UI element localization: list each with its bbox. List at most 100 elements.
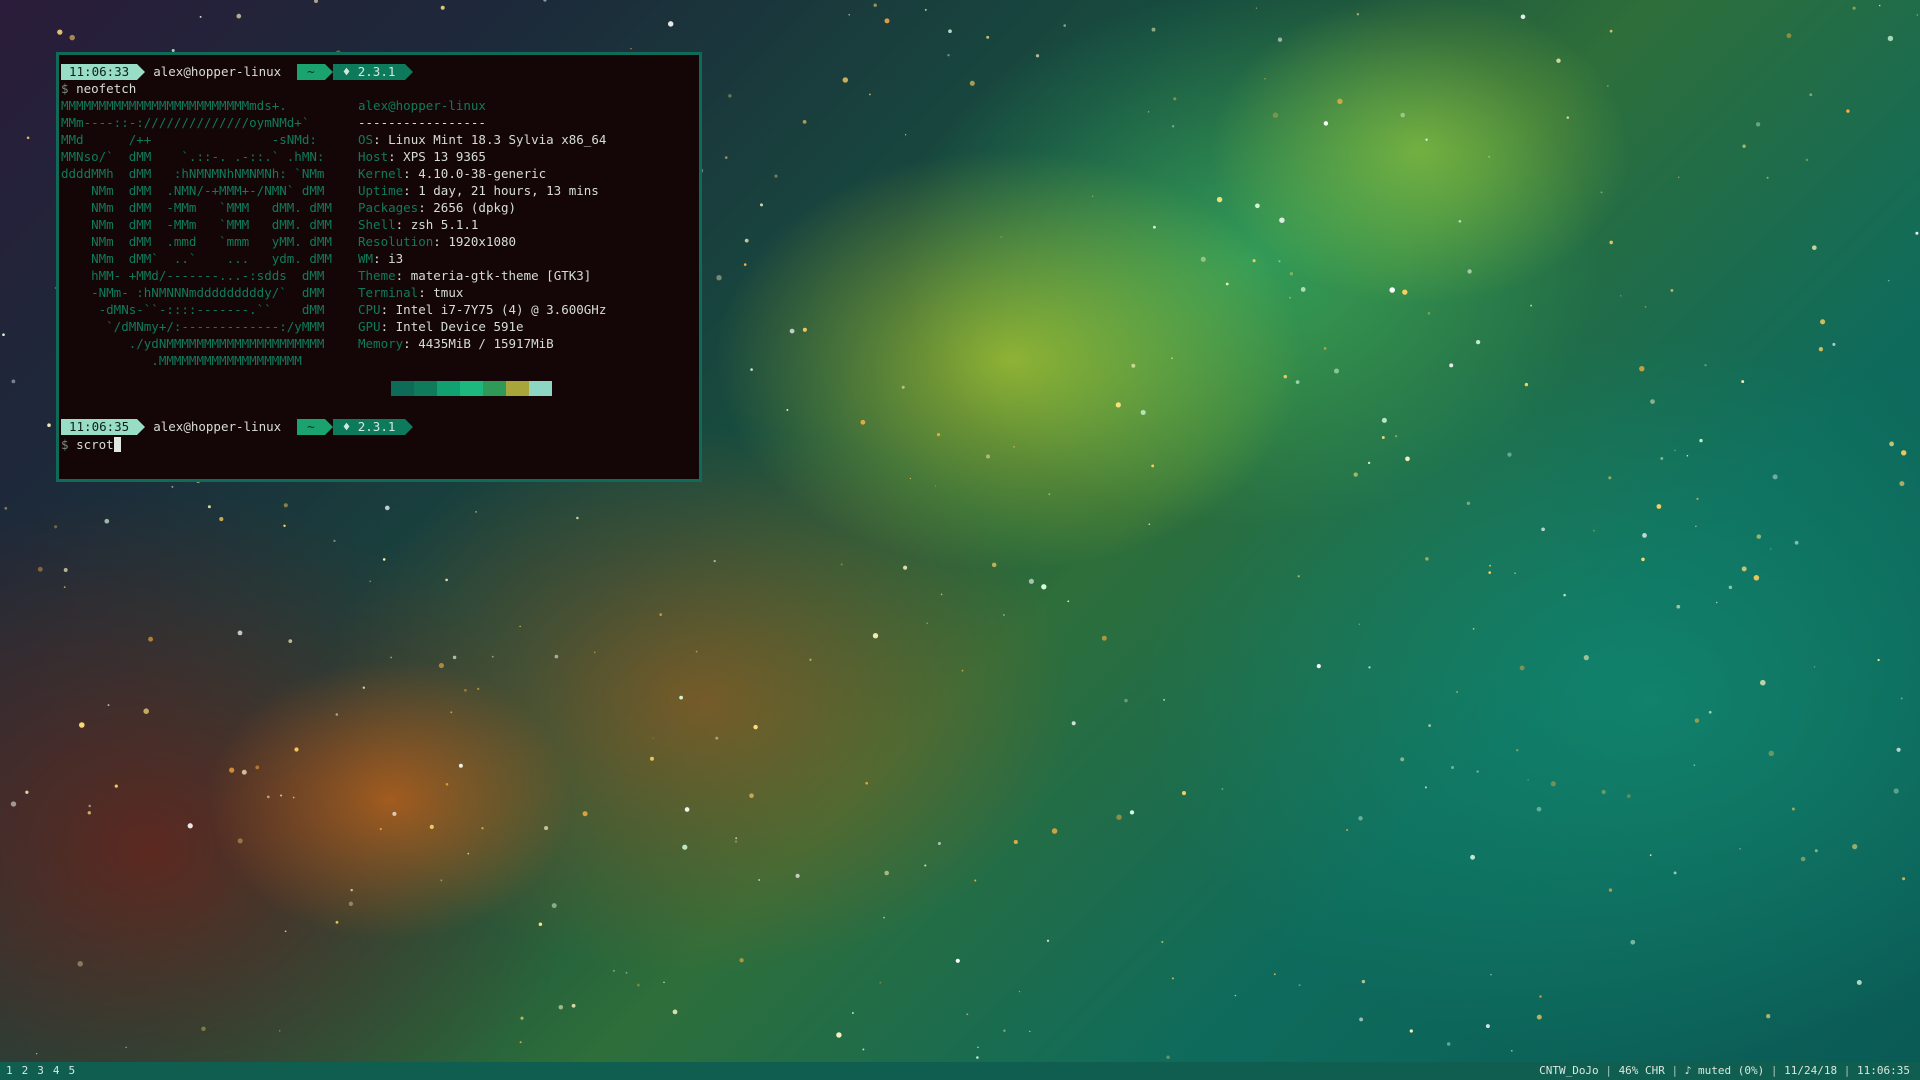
star [789,328,795,334]
star [1297,575,1300,578]
star [187,823,193,829]
workspace-button[interactable]: 5 [69,1062,76,1080]
star [695,650,698,653]
info-key: Terminal [358,285,419,300]
star [1071,721,1076,726]
star [458,763,463,768]
info-title: alex@hopper-linux [358,98,486,113]
star [750,368,753,371]
star [294,747,299,752]
text-cursor [113,437,121,452]
battery-status: 46% CHR [1618,1064,1665,1077]
star [1515,748,1519,752]
shell-dollar: $ [61,81,69,96]
star [1013,839,1018,845]
star [1519,665,1525,671]
workspace-button[interactable]: 1 [6,1062,13,1080]
star [1630,939,1636,945]
star [1279,217,1285,223]
star [612,969,615,972]
star [848,14,850,16]
info-value: XPS 13 9365 [403,149,486,164]
star [809,658,812,661]
star [1915,231,1919,235]
star [1852,843,1858,850]
workspace-button[interactable]: 2 [22,1062,29,1080]
info-colon: : [403,183,419,198]
star [350,888,353,892]
star [1536,1014,1542,1020]
star [1458,219,1462,223]
star [236,13,242,19]
star [840,563,843,566]
powerline-separator-icon [289,419,298,435]
star [1507,452,1512,457]
status-separator: | [1770,1064,1778,1077]
star [1608,476,1612,480]
star [1674,449,1676,451]
info-key: Shell [358,217,396,232]
star [1593,529,1595,532]
star [904,134,907,136]
star [1696,497,1699,501]
star [554,654,559,659]
terminal-window[interactable]: 11:06:33 alex@hopper-linux ~ ♦ 2.3.1 $ n… [56,52,702,482]
star [1742,144,1746,148]
star [1129,810,1135,815]
info-row: WM: i3 [358,250,403,267]
workspace-button[interactable]: 4 [53,1062,60,1080]
star [991,562,997,568]
star [1151,27,1156,32]
star [538,922,543,926]
star [1715,601,1718,604]
star [1527,779,1529,781]
star [284,930,287,933]
star [884,870,890,876]
star [463,688,467,692]
star [1805,158,1809,162]
star [625,971,628,974]
star [1456,691,1458,693]
info-colon: : [380,302,396,317]
command-line-2[interactable]: $ scrot [61,436,121,453]
star [379,827,382,831]
star [107,704,110,707]
star [1813,666,1816,668]
star [1818,347,1824,352]
star [1161,940,1164,944]
star [1902,877,1906,881]
star [477,687,480,690]
star [1424,786,1427,789]
star [1428,724,1432,728]
star [1756,534,1762,539]
info-key: Uptime [358,183,404,198]
shell-dollar: $ [61,437,69,452]
star [1003,614,1005,616]
logo-line: `/dMNmy+/:-------------:/yMMM [61,319,325,334]
star [1171,977,1174,980]
star [1451,766,1454,769]
logo-line: .MMMMMMMMMMMMMMMMMMM [61,353,302,368]
star [1200,256,1206,262]
star [440,879,443,882]
star [842,77,849,83]
star [1676,604,1681,609]
star [860,419,866,425]
star [1283,374,1288,379]
star [1067,600,1070,603]
command-input[interactable]: scrot [76,437,114,452]
powerline-separator-icon [137,419,146,435]
star [667,21,674,27]
info-colon: : [433,234,449,249]
star [961,669,964,672]
star [1644,306,1647,308]
star [1361,979,1366,984]
workspace-button[interactable]: 3 [37,1062,44,1080]
star [1609,240,1613,245]
star [283,524,286,527]
logo-line: ddddMMh dMM :hNMNMNhNMNMNh: `NMm [61,166,325,181]
star [976,1056,979,1059]
star [713,559,716,563]
star [1811,245,1817,251]
color-swatch [483,381,506,396]
